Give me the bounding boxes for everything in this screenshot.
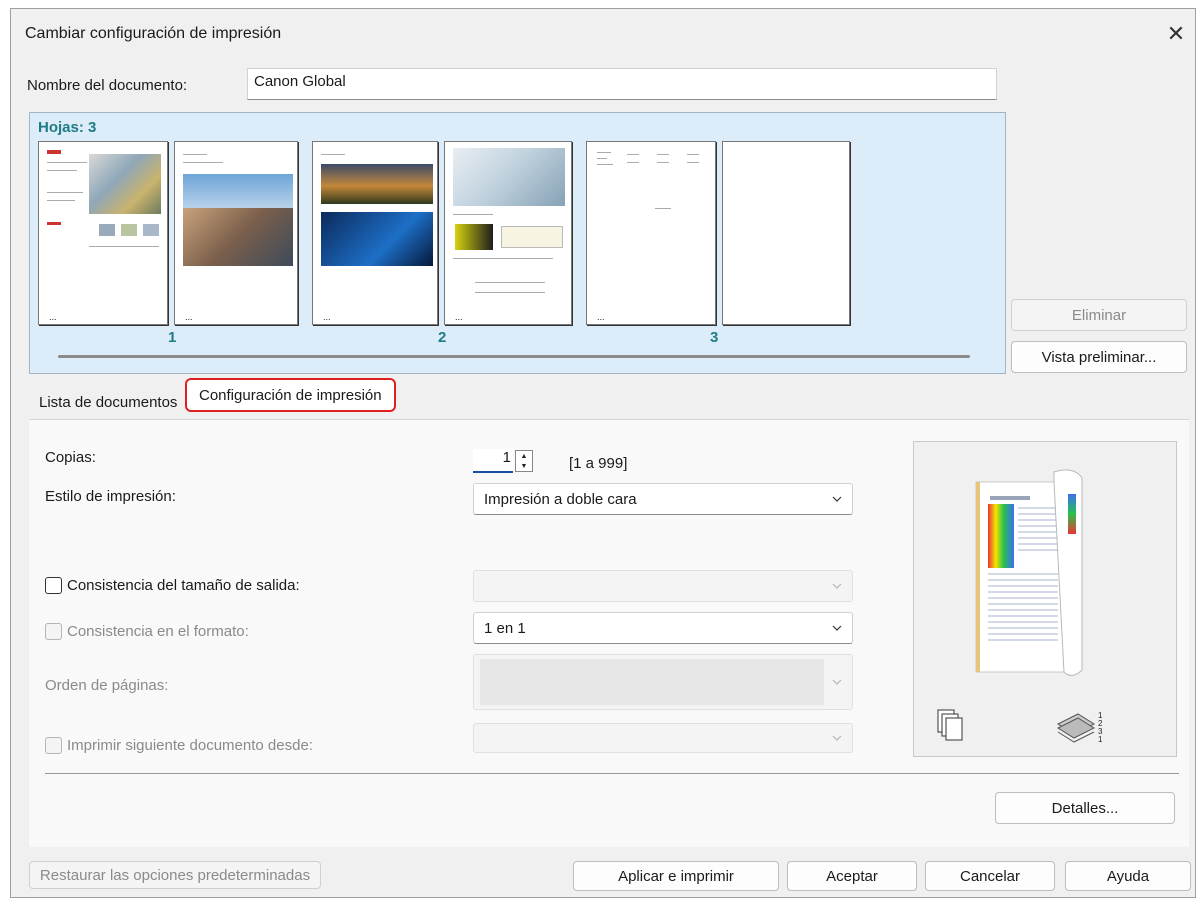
copies-label: Copias: xyxy=(45,449,96,466)
next-document-select[interactable] xyxy=(473,723,853,753)
details-button[interactable]: Detalles... xyxy=(995,792,1175,824)
page-thumbnail[interactable]: ... xyxy=(586,141,716,325)
copies-range: [1 a 999] xyxy=(569,455,628,472)
sheets-count-label: Hojas: 3 xyxy=(38,119,97,136)
sheet-number: 2 xyxy=(438,329,447,346)
chevron-down-icon xyxy=(832,496,842,502)
restore-defaults-button[interactable]: Restaurar las opciones predeterminadas xyxy=(29,861,321,889)
page-thumbnail[interactable]: ... xyxy=(38,141,168,325)
copies-input[interactable]: 1 xyxy=(473,449,513,473)
document-name-label: Nombre del documento: xyxy=(27,77,188,94)
page-order-select[interactable] xyxy=(473,654,853,710)
size-consistency-checkbox[interactable] xyxy=(45,577,62,594)
chevron-down-icon xyxy=(832,625,842,631)
thumb-footer: ... xyxy=(455,312,463,322)
chevron-down-icon xyxy=(832,583,842,589)
print-style-select[interactable]: Impresión a doble cara xyxy=(473,483,853,515)
format-consistency-checkbox[interactable] xyxy=(45,623,62,640)
apply-and-print-button[interactable]: Aplicar e imprimir xyxy=(573,861,779,891)
next-document-checkbox[interactable] xyxy=(45,737,62,754)
format-consistency-select[interactable]: 1 en 1 xyxy=(473,612,853,644)
thumb-footer: ... xyxy=(597,312,605,322)
print-style-label: Estilo de impresión: xyxy=(45,488,176,505)
help-button[interactable]: Ayuda xyxy=(1065,861,1191,891)
document-name-field[interactable]: Canon Global xyxy=(247,68,997,100)
close-icon[interactable]: ✕ xyxy=(1161,19,1191,49)
divider xyxy=(45,773,1179,774)
stepper-buttons[interactable]: ▲ ▼ xyxy=(515,450,533,472)
sheets-preview-area[interactable]: Hojas: 3 ... ... ... ... ... 1 2 3 xyxy=(29,112,1006,374)
print-settings-dialog: Cambiar configuración de impresión ✕ Nom… xyxy=(10,8,1196,898)
chevron-down-icon xyxy=(832,735,842,741)
duplex-page-icon: 1 2 3 1 xyxy=(937,469,1103,744)
chevron-down-icon xyxy=(832,679,842,685)
horizontal-scrollbar[interactable] xyxy=(58,355,970,358)
delete-button[interactable]: Eliminar xyxy=(1011,299,1187,331)
cancel-button[interactable]: Cancelar xyxy=(925,861,1055,891)
dialog-title: Cambiar configuración de impresión xyxy=(25,25,282,42)
page-thumbnail[interactable]: ... xyxy=(312,141,438,325)
preview-button[interactable]: Vista preliminar... xyxy=(1011,341,1187,373)
accept-button[interactable]: Aceptar xyxy=(787,861,917,891)
page-thumbnail[interactable]: ... xyxy=(444,141,572,325)
size-consistency-select[interactable] xyxy=(473,570,853,602)
svg-text:1: 1 xyxy=(1098,735,1103,744)
thumb-footer: ... xyxy=(323,312,331,322)
page-order-label: Orden de páginas: xyxy=(45,677,169,694)
tab-print-settings[interactable]: Configuración de impresión xyxy=(185,378,396,412)
tab-document-list[interactable]: Lista de documentos xyxy=(33,387,183,417)
stepper-up-icon[interactable]: ▲ xyxy=(516,451,532,461)
stepper-down-icon[interactable]: ▼ xyxy=(516,461,532,471)
thumb-footer: ... xyxy=(49,312,57,322)
format-consistency-label: Consistencia en el formato: xyxy=(67,623,249,640)
print-style-value: Impresión a doble cara xyxy=(484,490,637,508)
format-consistency-value: 1 en 1 xyxy=(484,619,526,637)
size-consistency-label: Consistencia del tamaño de salida: xyxy=(67,577,300,594)
page-thumbnail[interactable]: ... xyxy=(174,141,298,325)
print-layout-preview: 1 2 3 1 xyxy=(913,441,1177,757)
title-bar: Cambiar configuración de impresión ✕ xyxy=(11,9,1195,61)
next-document-label: Imprimir siguiente documento desde: xyxy=(67,737,313,754)
page-thumbnail[interactable] xyxy=(722,141,850,325)
sheet-number: 1 xyxy=(168,329,177,346)
copies-stepper[interactable]: 1 ▲ ▼ xyxy=(473,449,533,473)
sheet-number: 3 xyxy=(710,329,719,346)
thumb-footer: ... xyxy=(185,312,193,322)
page-order-value xyxy=(480,659,824,705)
